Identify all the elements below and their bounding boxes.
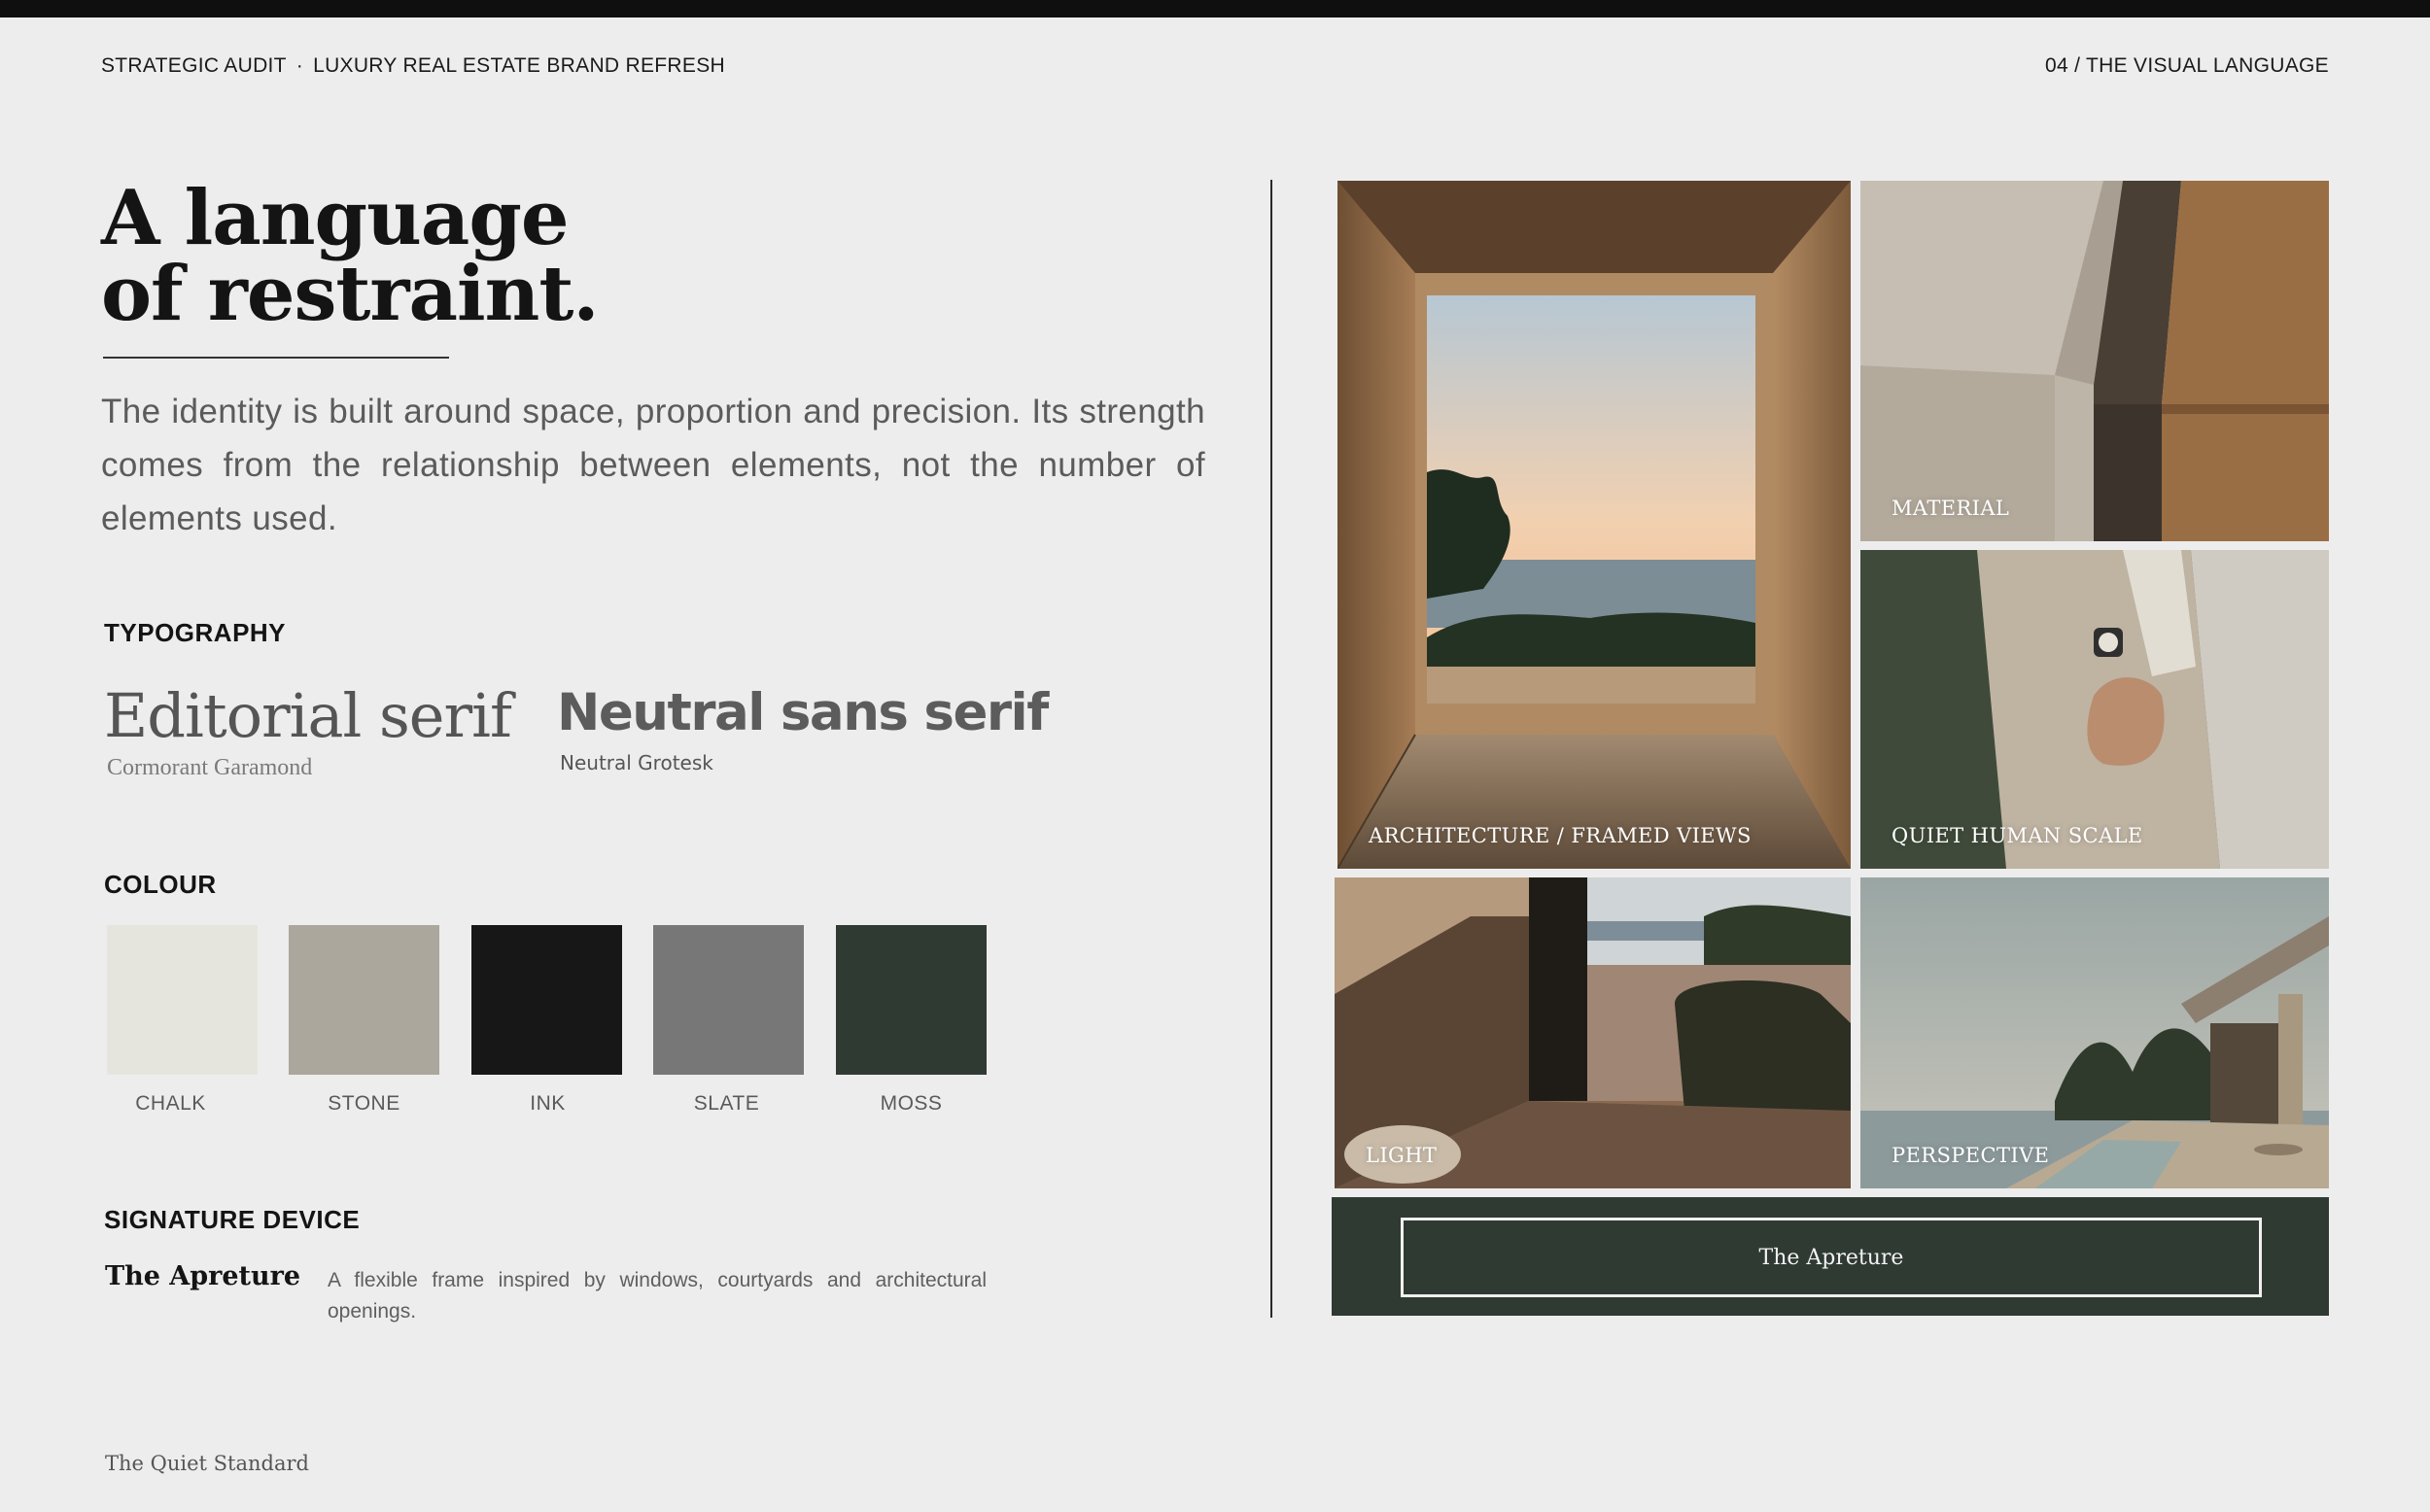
footer-brand-name: The Quiet Standard bbox=[105, 1452, 309, 1475]
page-title: A language of restraint. bbox=[101, 174, 600, 338]
title-line-1: A language bbox=[101, 174, 570, 262]
swatch-label-slate: SLATE bbox=[693, 1092, 760, 1115]
photo-perspective: PERSPECTIVE bbox=[1860, 877, 2329, 1188]
photo-human-scale: QUIET HUMAN SCALE bbox=[1860, 550, 2329, 869]
sans-font-name: Neutral Grotesk bbox=[560, 751, 713, 774]
aperture-label: The Apreture bbox=[1758, 1245, 1904, 1270]
swatch-label-stone: STONE bbox=[328, 1092, 400, 1115]
swatch-ink bbox=[471, 925, 622, 1075]
perspective-image bbox=[1860, 877, 2329, 1188]
aperture-device-panel: The Apreture bbox=[1332, 1197, 2329, 1316]
signature-device-name: The Apreture bbox=[105, 1261, 301, 1291]
title-underline bbox=[103, 357, 449, 359]
swatch-moss bbox=[836, 925, 987, 1075]
header-separator: · bbox=[295, 54, 304, 77]
title-line-2: of restraint. bbox=[101, 250, 600, 338]
photo-light: LIGHT bbox=[1335, 877, 1851, 1188]
serif-font-name: Cormorant Garamond bbox=[107, 755, 313, 780]
swatch-chalk bbox=[107, 925, 258, 1075]
header-section-label: 04 / THE VISUAL LANGUAGE bbox=[2045, 54, 2329, 77]
sans-specimen: Neutral sans serif bbox=[557, 683, 1049, 742]
swatch-slate bbox=[653, 925, 804, 1075]
photo-material: MATERIAL bbox=[1860, 181, 2329, 541]
caption-architecture: ARCHITECTURE / FRAMED VIEWS bbox=[1369, 824, 1752, 847]
intro-paragraph: The identity is built around space, prop… bbox=[101, 393, 1205, 537]
caption-light: LIGHT bbox=[1366, 1144, 1438, 1167]
signature-heading: SIGNATURE DEVICE bbox=[104, 1205, 361, 1234]
swatch-stone bbox=[289, 925, 439, 1075]
swatch-label-ink: INK bbox=[530, 1092, 566, 1115]
light-image bbox=[1335, 877, 1851, 1188]
human-scale-image bbox=[1860, 550, 2329, 869]
caption-material: MATERIAL bbox=[1892, 497, 2010, 520]
architecture-image bbox=[1337, 181, 1851, 869]
signature-description: A flexible frame inspired by windows, co… bbox=[328, 1269, 987, 1323]
header-project-label: LUXURY REAL ESTATE BRAND REFRESH bbox=[313, 54, 725, 77]
material-image bbox=[1860, 181, 2329, 541]
top-bar bbox=[0, 0, 2430, 17]
caption-human-scale: QUIET HUMAN SCALE bbox=[1892, 824, 2143, 847]
caption-perspective: PERSPECTIVE bbox=[1892, 1144, 2050, 1167]
swatch-label-chalk: CHALK bbox=[135, 1092, 206, 1115]
serif-specimen: Editorial serif bbox=[104, 680, 512, 751]
column-divider bbox=[1270, 180, 1272, 1318]
typography-heading: TYPOGRAPHY bbox=[104, 618, 287, 647]
photo-architecture: ARCHITECTURE / FRAMED VIEWS bbox=[1337, 181, 1851, 869]
header-audit-label: STRATEGIC AUDIT bbox=[101, 54, 287, 77]
header-project-title: STRATEGIC AUDIT · LUXURY REAL ESTATE BRAND… bbox=[101, 54, 725, 78]
swatch-label-moss: MOSS bbox=[880, 1092, 943, 1115]
colour-heading: COLOUR bbox=[104, 870, 217, 899]
aperture-frame: The Apreture bbox=[1401, 1218, 2262, 1297]
